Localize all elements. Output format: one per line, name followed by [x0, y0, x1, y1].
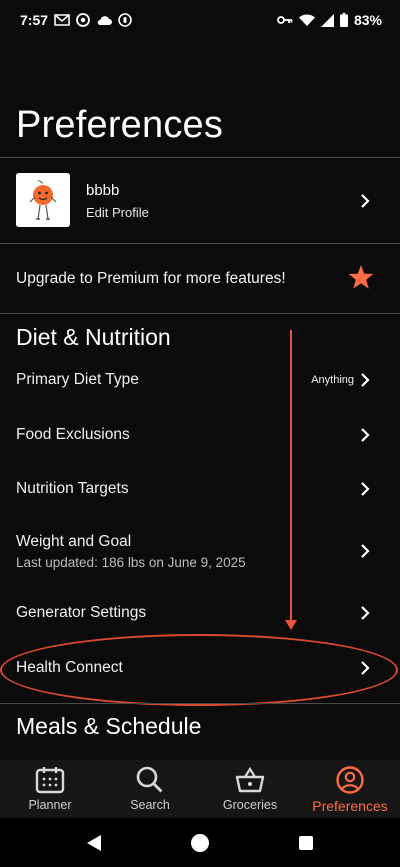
recents-icon[interactable] — [299, 836, 313, 855]
chevron-right-icon — [360, 482, 370, 496]
row-value: Anything — [311, 374, 354, 386]
divider — [0, 313, 400, 314]
signal-icon — [320, 13, 334, 27]
back-icon[interactable] — [86, 834, 102, 857]
upgrade-premium-text: Upgrade to Premium for more features! — [16, 270, 286, 287]
cloud-icon — [96, 15, 113, 26]
nav-groceries[interactable]: Groceries — [200, 760, 300, 818]
key-icon — [277, 15, 293, 25]
nav-label: Planner — [28, 798, 72, 812]
profile-name: bbbb — [86, 182, 120, 199]
nav-label: Search — [130, 798, 170, 812]
chevron-right-icon — [360, 606, 370, 620]
chevron-right-icon — [360, 194, 370, 208]
battery-percent: 83% — [353, 12, 382, 28]
status-time: 7:57 — [20, 12, 49, 28]
divider — [0, 703, 400, 704]
app-notification-icon — [76, 13, 90, 27]
row-label: Food Exclusions — [16, 426, 130, 443]
section-title-diet: Diet & Nutrition — [16, 324, 171, 350]
status-bar: 7:57 83% — [0, 0, 400, 40]
row-label: Generator Settings — [16, 604, 147, 621]
wifi-icon — [298, 14, 315, 26]
section-title-meals: Meals & Schedule — [16, 713, 202, 739]
food-exclusions-row[interactable]: Food Exclusions — [0, 412, 400, 456]
row-label: Weight and Goal — [16, 533, 132, 550]
search-icon — [135, 766, 165, 794]
avatar — [16, 173, 70, 227]
row-label: Nutrition Targets — [16, 480, 129, 497]
page-title: Preferences — [16, 104, 224, 146]
battery-icon — [339, 13, 348, 27]
row-label: Primary Diet Type — [16, 371, 139, 388]
chevron-right-icon — [360, 428, 370, 442]
nav-preferences[interactable]: Preferences — [300, 760, 400, 818]
calendar-icon — [35, 766, 65, 794]
edit-profile-link[interactable]: Edit Profile — [86, 205, 149, 220]
annotation-arrow-head — [285, 620, 297, 630]
gmail-icon — [54, 14, 70, 26]
vpn-icon — [118, 13, 132, 27]
nav-label: Preferences — [312, 798, 388, 814]
chevron-right-icon — [360, 373, 370, 387]
chevron-right-icon — [360, 544, 370, 558]
nutrition-targets-row[interactable]: Nutrition Targets — [0, 466, 400, 510]
annotation-highlight-ellipse — [0, 634, 398, 706]
home-icon[interactable] — [191, 834, 209, 857]
basket-icon — [235, 766, 265, 794]
user-circle-icon — [335, 766, 365, 794]
row-sublabel: Last updated: 186 lbs on June 9, 2025 — [16, 555, 246, 570]
annotation-arrow-line — [290, 330, 292, 622]
system-nav-bar — [0, 818, 400, 867]
profile-row[interactable]: bbbb Edit Profile — [0, 158, 400, 244]
nav-search[interactable]: Search — [100, 760, 200, 818]
star-icon — [348, 265, 374, 295]
nav-planner[interactable]: Planner — [0, 760, 100, 818]
bottom-nav: Planner Search Groceries Preferences — [0, 760, 400, 818]
upgrade-premium-row[interactable]: Upgrade to Premium for more features! — [0, 244, 400, 314]
nav-label: Groceries — [222, 798, 278, 812]
generator-settings-row[interactable]: Generator Settings — [0, 590, 400, 634]
primary-diet-type-row[interactable]: Primary Diet Type Anything — [0, 358, 400, 402]
weight-and-goal-row[interactable]: Weight and Goal Last updated: 186 lbs on… — [0, 522, 400, 580]
